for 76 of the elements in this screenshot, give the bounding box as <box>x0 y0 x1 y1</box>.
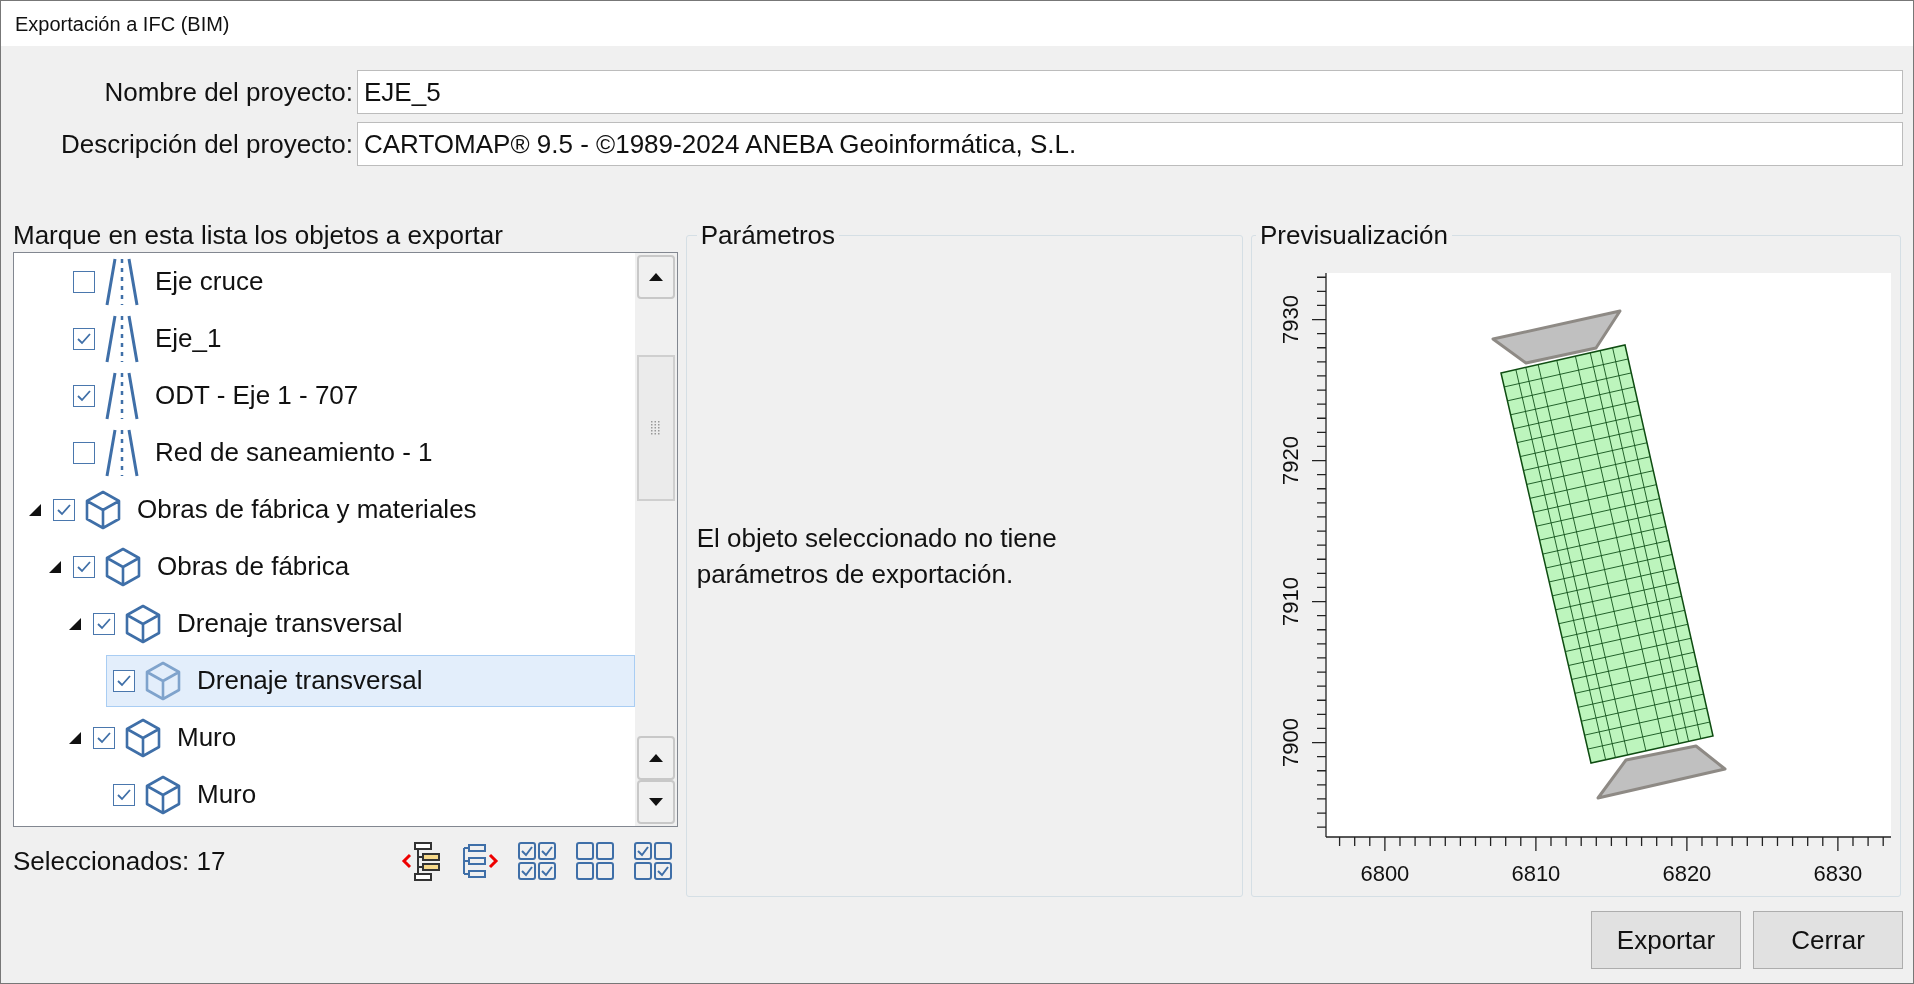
road-icon <box>105 427 139 478</box>
expand-toggle-icon[interactable] <box>28 502 42 517</box>
tree-item-label: Obras de fábrica y materiales <box>137 493 477 526</box>
selected-count: Seleccionados: 17 <box>13 844 226 878</box>
project-description-field[interactable]: CARTOMAP® 9.5 - ©1989-2024 ANEBA Geoinformática, S.L. <box>357 122 1903 166</box>
checkbox[interactable] <box>53 498 75 521</box>
road-icon <box>105 370 139 421</box>
tree-item[interactable]: Muro <box>86 711 635 764</box>
checkbox[interactable] <box>73 270 95 293</box>
tree-item[interactable]: Red de saneamiento - 1 <box>66 426 635 479</box>
expand-toggle-icon[interactable] <box>68 616 82 631</box>
scroll-down-button[interactable] <box>636 780 675 824</box>
up-arrow-icon <box>647 753 664 763</box>
tree-item[interactable]: Drenaje transversal <box>106 654 635 707</box>
road-icon <box>105 256 139 307</box>
tree-item-label: Eje_1 <box>155 322 222 355</box>
dialog-button[interactable]: Exportar <box>1591 911 1741 969</box>
down-arrow-icon <box>647 797 664 807</box>
dialog-button[interactable]: Cerrar <box>1753 911 1903 969</box>
checkbox[interactable] <box>113 783 135 806</box>
field-label: Descripción del proyecto: <box>60 127 353 161</box>
tree-item-label: Eje cruce <box>155 265 264 298</box>
tree-item[interactable]: Obras de fábrica y materiales <box>46 483 635 536</box>
tree-item[interactable]: Obras de fábrica <box>66 540 635 593</box>
cube-icon <box>145 660 181 701</box>
tree-item-label: ODT - Eje 1 - 707 <box>155 379 359 412</box>
uncheck-all-icon[interactable] <box>573 839 616 883</box>
tree-item[interactable]: Muro <box>106 768 635 821</box>
tree-item[interactable]: Eje_1 <box>66 312 635 365</box>
checkbox[interactable] <box>73 327 95 350</box>
check-all-icon[interactable] <box>515 839 558 883</box>
group-title: Previsualización <box>1259 219 1449 252</box>
grip-icon <box>650 421 661 435</box>
tree-item-label: Drenaje transversal <box>177 607 403 640</box>
scroll-up-button[interactable] <box>636 736 675 780</box>
checkbox[interactable] <box>113 669 135 692</box>
y-axis-label: 7910 <box>1278 577 1303 626</box>
tree-item[interactable]: Eje cruce <box>66 255 635 308</box>
list-heading: Marque en esta lista los objetos a exportar <box>13 219 504 252</box>
scroll-thumb[interactable] <box>636 355 675 501</box>
window-title: Exportación a IFC (BIM) <box>15 11 230 37</box>
checkbox[interactable] <box>93 612 115 635</box>
up-arrow-icon <box>647 272 664 282</box>
scroll-up-button[interactable] <box>636 255 675 299</box>
tree-item-label: Drenaje transversal <box>197 664 423 697</box>
field-label: Nombre del proyecto: <box>103 75 353 109</box>
x-axis-label: 6820 <box>1662 861 1712 886</box>
tree-item-label: Red de saneamiento - 1 <box>155 436 433 469</box>
project-name-field[interactable]: EJE_5 <box>357 70 1903 114</box>
cube-icon <box>125 717 161 758</box>
checkbox[interactable] <box>93 726 115 749</box>
y-axis-label: 7930 <box>1278 295 1303 344</box>
tree-item-label: Muro <box>177 721 237 754</box>
parameters-message: El objeto seleccionado no tiene parámetros de exportación. <box>696 521 1058 591</box>
tree-item-label: Obras de fábrica <box>157 550 350 583</box>
cube-icon <box>125 603 161 644</box>
tree-item-label: Muro <box>197 778 257 811</box>
x-axis-label: 6830 <box>1813 861 1863 886</box>
cube-icon <box>145 774 181 815</box>
expand-tree-icon[interactable] <box>399 839 442 883</box>
group-title: Parámetros <box>699 219 837 252</box>
road-icon <box>105 313 139 364</box>
x-axis-label: 6800 <box>1360 861 1410 886</box>
y-axis-label: 7920 <box>1278 436 1303 485</box>
expand-toggle-icon[interactable] <box>48 559 62 574</box>
y-axis-label: 7900 <box>1278 718 1303 767</box>
checkbox[interactable] <box>73 555 95 578</box>
cube-icon <box>85 489 121 530</box>
invert-check-icon[interactable] <box>631 839 674 883</box>
tree-item[interactable]: ODT - Eje 1 - 707 <box>66 369 635 422</box>
expand-toggle-icon[interactable] <box>68 730 82 745</box>
checkbox[interactable] <box>73 384 95 407</box>
tree-item[interactable]: Drenaje transversal <box>86 597 635 650</box>
x-axis-label: 6810 <box>1511 861 1561 886</box>
checkbox[interactable] <box>73 441 95 464</box>
cube-icon <box>105 546 141 587</box>
